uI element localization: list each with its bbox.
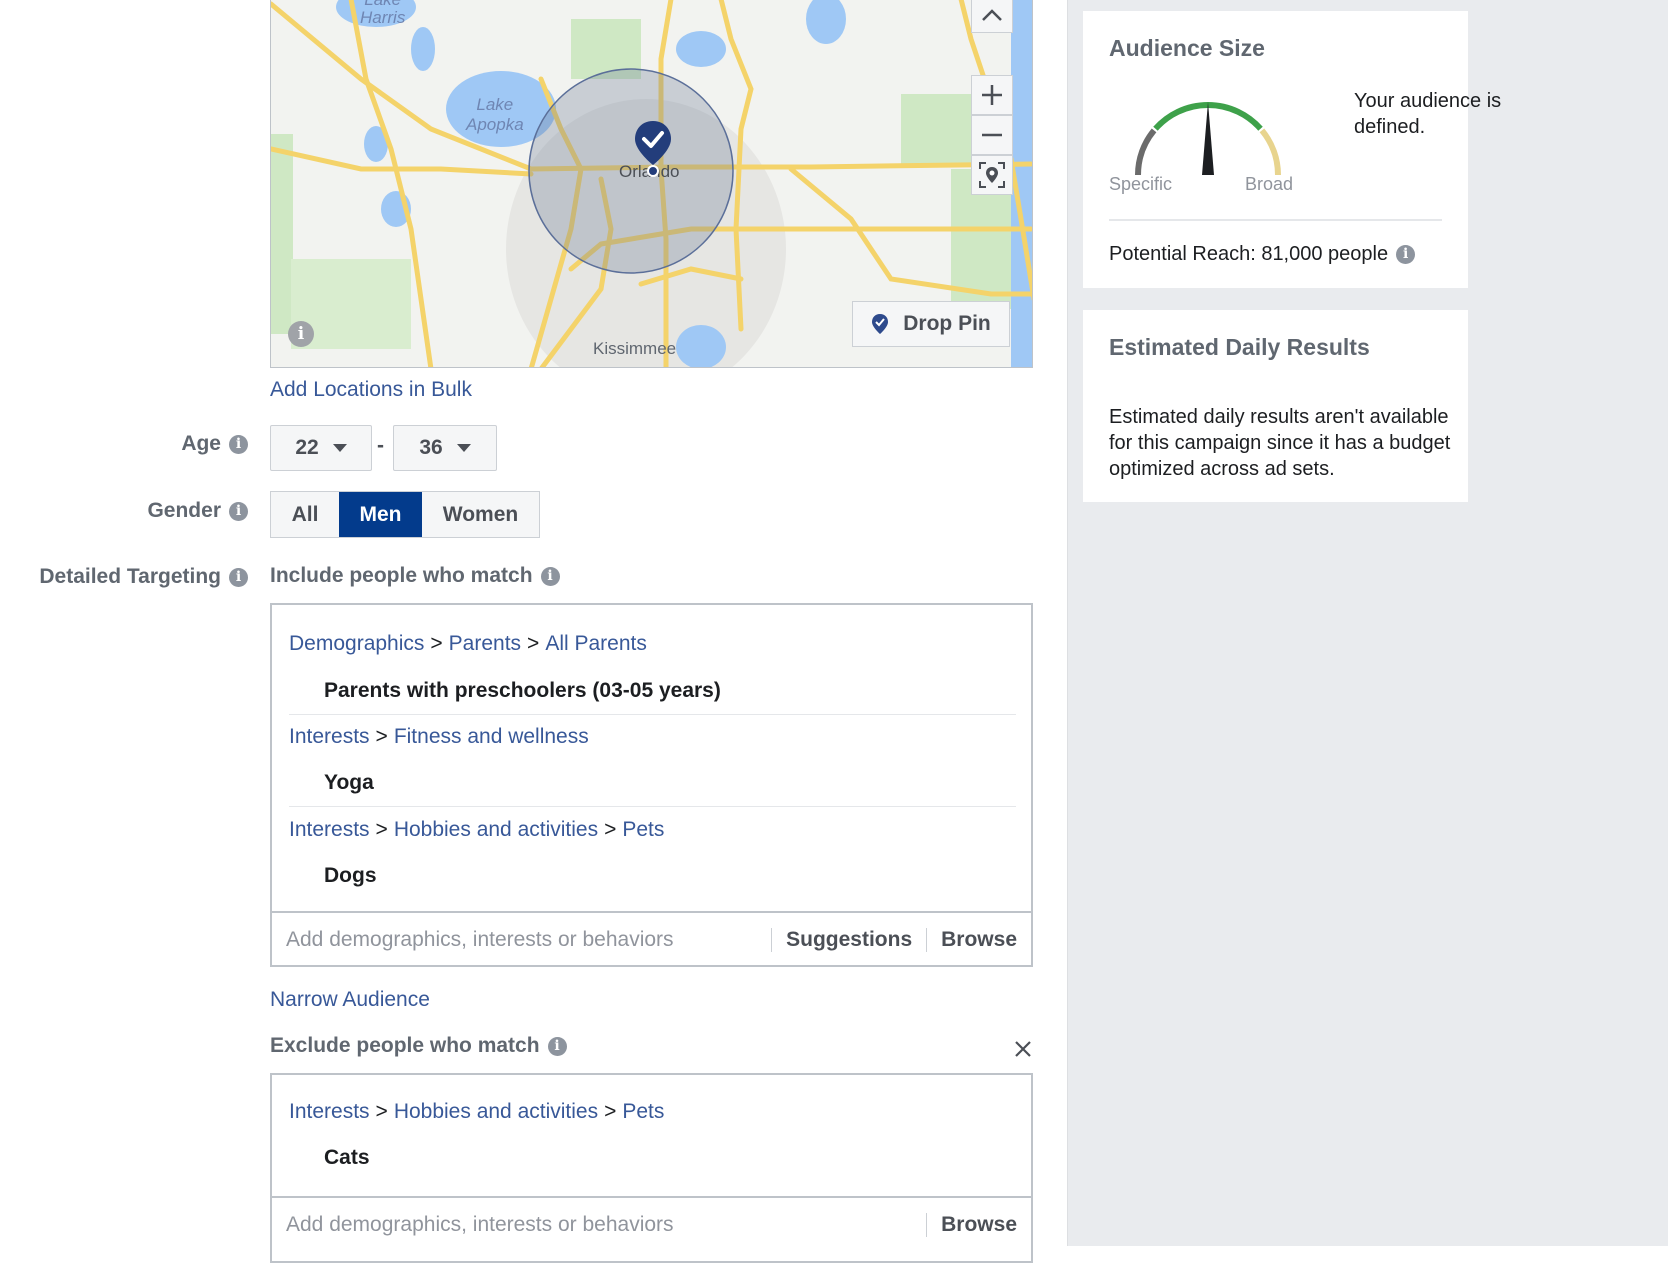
estimated-daily-title: Estimated Daily Results (1109, 334, 1370, 360)
zoom-out-button[interactable] (971, 115, 1013, 155)
include-crumb-1: Demographics > Parents > All Parents (289, 632, 647, 655)
map-label-lake-harris: LakeHarris (360, 0, 406, 27)
potential-reach-row: Potential Reach: 81,000 people i (1109, 243, 1416, 266)
include-header: Include people who match i (270, 564, 560, 588)
include-search-input[interactable] (272, 927, 772, 953)
gender-info-icon[interactable]: i (229, 501, 248, 521)
minus-icon (982, 133, 1002, 137)
age-info-icon[interactable]: i (229, 434, 248, 454)
divider (289, 806, 1016, 807)
crumb-link[interactable]: Fitness and wellness (394, 725, 589, 748)
gauge-broad-label: Broad (1245, 174, 1294, 194)
add-locations-bulk-link[interactable]: Add Locations in Bulk (270, 378, 472, 402)
estimated-daily-results-card: Estimated Daily Results Estimated daily … (1083, 310, 1468, 502)
detailed-targeting-label: Detailed Targeting (39, 565, 221, 588)
exclude-item-cats[interactable]: Cats (324, 1146, 370, 1170)
estimated-daily-body: Estimated daily results aren't available… (1109, 406, 1451, 480)
crumb-link[interactable]: All Parents (545, 632, 647, 655)
crumb-link[interactable]: Demographics (289, 632, 424, 655)
zoom-in-button[interactable] (971, 75, 1013, 115)
age-min-value: 22 (295, 436, 319, 459)
exclude-targeting-box: Interests > Hobbies and activities > Pets Ca… (270, 1073, 1033, 1263)
detailed-targeting-info-icon[interactable]: i (229, 567, 248, 587)
chevron-up-icon (982, 9, 1002, 21)
location-pin-icon[interactable] (633, 119, 673, 179)
gender-women-button[interactable]: Women (422, 492, 539, 537)
location-map[interactable]: LakeHarris LakeApopka Orlando Kissimmee … (270, 0, 1033, 368)
divider (289, 714, 1016, 715)
exclude-browse-button[interactable]: Browse (927, 1213, 1031, 1237)
narrow-audience-link[interactable]: Narrow Audience (270, 988, 430, 1012)
divider (1109, 219, 1442, 221)
locate-pin-icon (979, 162, 1005, 188)
gender-all-button[interactable]: All (271, 492, 339, 537)
drop-pin-label: Drop Pin (903, 312, 991, 335)
close-exclude-icon[interactable] (1013, 1039, 1033, 1059)
caret-down-icon (456, 444, 471, 452)
gauge-broad-segment (1259, 128, 1281, 176)
exclude-label: Exclude people who match (270, 1034, 540, 1057)
include-item-parents-preschoolers[interactable]: Parents with preschoolers (03-05 years) (324, 679, 721, 703)
crumb-link[interactable]: Pets (622, 1100, 664, 1123)
include-info-icon[interactable]: i (540, 566, 560, 586)
include-input-row: Suggestions Browse (272, 911, 1031, 967)
audience-size-title: Audience Size (1109, 35, 1265, 61)
age-max-value: 36 (419, 436, 443, 459)
crumb-link[interactable]: Parents (449, 632, 521, 655)
exclude-search-input[interactable] (272, 1212, 927, 1238)
exclude-crumb-1: Interests > Hobbies and activities > Pets (289, 1100, 665, 1123)
locate-button[interactable] (971, 155, 1013, 195)
potential-reach-info-icon[interactable]: i (1396, 245, 1416, 264)
audience-gauge (1135, 102, 1281, 176)
crumb-link[interactable]: Hobbies and activities (394, 1100, 598, 1123)
include-item-yoga[interactable]: Yoga (324, 771, 374, 795)
pin-check-icon (872, 314, 889, 334)
crumb-link[interactable]: Interests (289, 725, 370, 748)
audience-status: Your audience is defined. (1354, 90, 1502, 138)
plus-icon (982, 85, 1002, 105)
gauge-specific-segment (1135, 128, 1157, 176)
age-label: Age (181, 432, 221, 455)
map-label-kissimmee: Kissimmee (593, 339, 677, 358)
detailed-targeting-label-row: Detailed Targeting i (0, 563, 248, 593)
gauge-needle (1202, 102, 1214, 175)
suggestions-button[interactable]: Suggestions (772, 928, 926, 952)
crumb-link[interactable]: Interests (289, 818, 370, 841)
drop-pin-button[interactable]: Drop Pin (852, 301, 1010, 347)
gender-toggle-group: All Men Women (270, 491, 540, 538)
include-label: Include people who match (270, 564, 533, 587)
map-collapse-button[interactable] (971, 0, 1013, 33)
include-crumb-3: Interests > Hobbies and activities > Pets (289, 818, 665, 841)
include-item-dogs[interactable]: Dogs (324, 864, 377, 888)
potential-reach: Potential Reach: 81,000 people (1109, 243, 1389, 265)
age-label-row: Age i (0, 430, 248, 460)
exclude-header: Exclude people who match i (270, 1034, 567, 1058)
include-crumb-2: Interests > Fitness and wellness (289, 725, 589, 748)
caret-down-icon (332, 444, 347, 452)
age-separator: - (377, 434, 384, 457)
gauge-specific-label: Specific (1109, 174, 1173, 194)
browse-button[interactable]: Browse (927, 928, 1031, 952)
map-label-lake-apopka: Lake Apopka (466, 95, 524, 134)
crumb-link[interactable]: Hobbies and activities (394, 818, 598, 841)
include-targeting-box: Demographics > Parents > All Parents Parents… (270, 603, 1033, 967)
exclude-input-row: Browse (272, 1196, 1031, 1252)
audience-size-card: Audience Size Specific Broad Your audien… (1083, 11, 1501, 288)
gender-men-button[interactable]: Men (339, 492, 422, 537)
crumb-link[interactable]: Interests (289, 1100, 370, 1123)
gender-label: Gender (147, 499, 221, 522)
age-max-select[interactable]: 36 (393, 425, 497, 471)
exclude-info-icon[interactable]: i (547, 1036, 567, 1056)
map-info-icon[interactable]: i (288, 321, 314, 347)
gender-label-row: Gender i (0, 497, 248, 527)
age-min-select[interactable]: 22 (270, 425, 372, 471)
crumb-link[interactable]: Pets (622, 818, 664, 841)
